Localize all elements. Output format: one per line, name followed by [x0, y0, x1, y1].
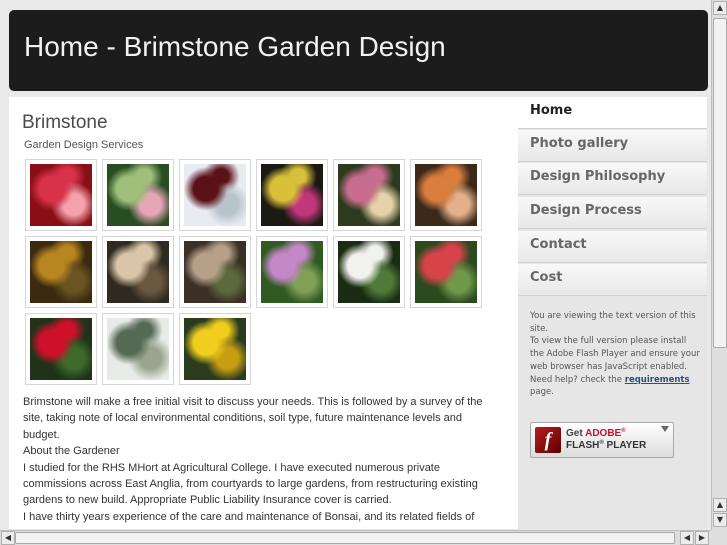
photo-frosty-branches-icon — [107, 318, 169, 380]
gallery-thumbnail[interactable] — [25, 159, 97, 231]
scroll-right-icon[interactable]: ▶ — [695, 531, 709, 545]
page-title: Home - Brimstone Garden Design — [24, 31, 446, 62]
flash-adobe-label: ADOBE — [585, 428, 622, 439]
gallery-thumbnail[interactable] — [179, 313, 251, 385]
gallery-thumbnail[interactable] — [256, 159, 328, 231]
flash-button-line2: FLASH® PLAYER — [566, 440, 647, 451]
nav-item-design-process[interactable]: Design Process — [518, 197, 707, 229]
photo-orange-foliage-icon — [415, 164, 477, 226]
gallery-thumbnail[interactable] — [333, 159, 405, 231]
site-subtitle: Garden Design Services — [24, 139, 144, 151]
flash-product-label: FLASH — [566, 440, 600, 451]
scroll-left-lower-icon[interactable]: ◀ — [680, 531, 694, 545]
bonsai-paragraph: I have thirty years experience of the ca… — [23, 510, 475, 523]
gallery-thumbnail[interactable] — [102, 159, 174, 231]
gallery-thumbnail[interactable] — [102, 313, 174, 385]
notice-install-flash: To view the full version please install … — [530, 336, 700, 372]
photo-autumn-leaf-icon — [261, 164, 323, 226]
notice-help-prefix: Need help? check the — [530, 374, 623, 385]
horizontal-scrollbar[interactable]: ◀ ◀ ▶ — [0, 530, 711, 545]
nav-item-cost[interactable]: Cost — [518, 264, 707, 296]
photo-dark-leaves-sky-icon — [184, 164, 246, 226]
flash-player-label: PLAYER — [606, 440, 647, 451]
photo-red-flower-icon — [30, 318, 92, 380]
gallery-thumbnail[interactable] — [179, 159, 251, 231]
photo-red-poppy-icon — [415, 241, 477, 303]
horizontal-scroll-thumb[interactable] — [15, 532, 675, 544]
photo-ground-cover-icon — [184, 241, 246, 303]
scroll-left-icon[interactable]: ◀ — [1, 531, 15, 545]
site-heading: Brimstone — [22, 112, 108, 133]
flash-get-label: Get — [566, 428, 583, 439]
gallery-thumbnail[interactable] — [410, 236, 482, 308]
notice-text-version: You are viewing the text version of this… — [530, 311, 696, 334]
photo-white-flowers-icon — [338, 241, 400, 303]
nav-item-contact[interactable]: Contact — [518, 231, 707, 263]
download-arrow-icon — [661, 426, 669, 432]
scroll-down-icon[interactable]: ▼ — [713, 513, 727, 527]
requirements-link[interactable]: requirements — [625, 375, 690, 385]
photo-pink-flowers-icon — [261, 241, 323, 303]
flash-notice: You are viewing the text version of this… — [530, 310, 700, 399]
scroll-up-icon[interactable]: ▲ — [713, 1, 727, 15]
gallery-thumbnail[interactable] — [333, 236, 405, 308]
sidebar: Home Photo gallery Design Philosophy Des… — [518, 97, 708, 529]
photo-green-pink-leaves-icon — [107, 164, 169, 226]
notice-help-suffix: page. — [530, 387, 554, 398]
scrollbar-corner — [711, 530, 727, 545]
intro-paragraph: Brimstone will make a free initial visit… — [23, 396, 483, 441]
scroll-up-lower-icon[interactable]: ▲ — [713, 498, 727, 512]
nav-item-design-philosophy[interactable]: Design Philosophy — [518, 163, 707, 195]
gallery-thumbnail[interactable] — [256, 236, 328, 308]
vertical-scroll-thumb[interactable] — [713, 18, 727, 348]
gallery-thumbnail[interactable] — [25, 313, 97, 385]
gallery-thumbnail[interactable] — [410, 159, 482, 231]
photo-mushrooms-icon — [107, 241, 169, 303]
nav-item-home[interactable]: Home — [518, 97, 707, 129]
photo-autumn-tree-icon — [30, 241, 92, 303]
about-heading: About the Gardener — [23, 445, 120, 458]
main-content: Brimstone Garden Design Services Brimsto… — [9, 97, 518, 529]
flash-button-line1: Get ADOBE® — [566, 428, 626, 439]
vertical-scrollbar[interactable]: ▲ ▲ ▼ — [711, 0, 727, 530]
qualifications-paragraph: I studied for the RHS MHort at Agricultu… — [23, 461, 478, 507]
flash-logo-icon: f — [535, 427, 561, 453]
page-header: Home - Brimstone Garden Design — [9, 10, 708, 91]
gallery-thumbnail[interactable] — [25, 236, 97, 308]
gallery-thumbnail[interactable] — [179, 236, 251, 308]
photo-pink-foliage-icon — [338, 164, 400, 226]
photo-red-leaves-icon — [30, 164, 92, 226]
gallery-thumbnail[interactable] — [102, 236, 174, 308]
body-text: Brimstone will make a free initial visit… — [23, 394, 493, 525]
nav-item-photo-gallery[interactable]: Photo gallery — [518, 130, 707, 162]
photo-yellow-flowers-icon — [184, 318, 246, 380]
get-flash-player-button[interactable]: f Get ADOBE® FLASH® PLAYER — [530, 422, 674, 458]
